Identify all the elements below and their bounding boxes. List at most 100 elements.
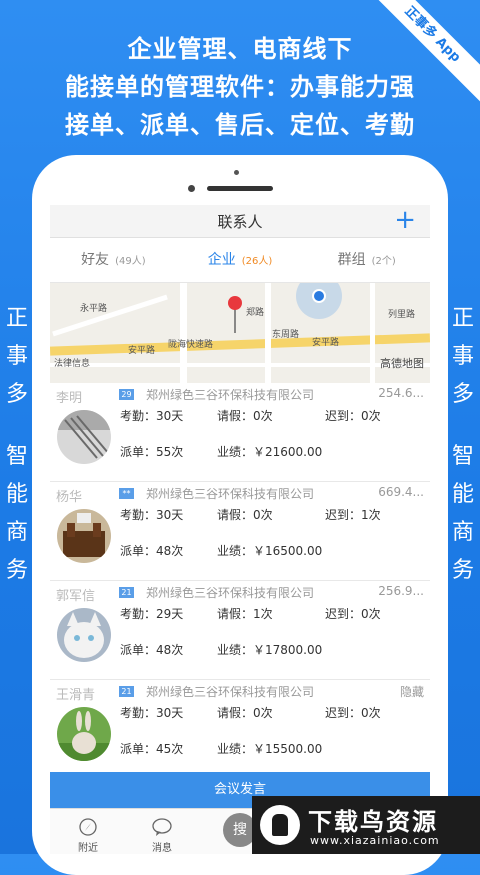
slogan-char: 智 — [451, 444, 474, 469]
avatar — [57, 509, 111, 563]
performance: 业绩：￥17800.00 — [217, 643, 323, 657]
tab-label: 企业 — [207, 252, 236, 268]
slogan-char: 事 — [5, 344, 28, 369]
nav-messages[interactable]: 消息 — [132, 817, 192, 854]
avatar — [57, 410, 111, 464]
map-pin-icon — [228, 296, 242, 333]
watermark: 下载鸟资源 www.xiazainiao.com — [252, 796, 480, 854]
map-road — [50, 363, 430, 367]
sensor-dot — [234, 170, 239, 175]
level-badge: 21 — [119, 686, 134, 697]
map-label: 列里路 — [388, 310, 416, 320]
map-road — [52, 294, 168, 337]
dispatch-count: 派单：45次 — [120, 742, 184, 756]
top-navbar: 联系人 + — [50, 205, 430, 238]
list-item[interactable]: 杨华 ** 郑州绿色三谷环保科技有限公司 669.4... 考勤：30天 请假：… — [50, 482, 430, 581]
leave-count: 请假：0次 — [217, 706, 273, 720]
earpiece-speaker — [207, 186, 273, 191]
dispatch-count: 派单：48次 — [120, 643, 184, 657]
tab-count: (49人) — [115, 256, 146, 267]
distance: 669.4... — [378, 485, 424, 499]
contact-name: 李明 — [56, 391, 83, 406]
tab-enterprise[interactable]: 企业 (26人) — [177, 238, 304, 282]
slogan-char: 商 — [5, 520, 28, 545]
nav-label: 附近 — [78, 843, 98, 854]
tab-count: (2个) — [371, 256, 396, 267]
map-label: 安平路 — [128, 346, 156, 356]
slogan-char: 多 — [451, 382, 474, 407]
contact-list: 李明 29 郑州绿色三谷环保科技有限公司 254.6... 考勤：30天 请假：… — [50, 383, 430, 779]
promo-headline: 企业管理、电商线下 能接单的管理软件：办事能力强 接单、派单、售后、定位、考勤 — [0, 30, 480, 144]
list-item[interactable]: 李明 29 郑州绿色三谷环保科技有限公司 254.6... 考勤：30天 请假：… — [50, 383, 430, 482]
company-name: 郑州绿色三谷环保科技有限公司 — [146, 388, 315, 402]
leave-count: 请假：0次 — [217, 409, 273, 423]
late-count: 迟到：0次 — [325, 409, 381, 423]
contact-name: 王滑青 — [56, 688, 96, 703]
late-count: 迟到：1次 — [325, 508, 381, 522]
side-slogan-left: 正 事 多 智 能 商 务 — [2, 300, 32, 590]
company-name: 郑州绿色三谷环保科技有限公司 — [146, 487, 315, 501]
tab-count: (26人) — [241, 256, 273, 267]
tab-label: 群组 — [337, 252, 366, 268]
slogan-char: 正 — [451, 306, 474, 331]
map-label: 郑路 — [246, 308, 265, 318]
attendance: 考勤：30天 — [120, 508, 184, 522]
distance: 256.9... — [378, 584, 424, 598]
nav-nearby[interactable]: 附近 — [58, 817, 118, 854]
list-item[interactable]: 郭军信 21 郑州绿色三谷环保科技有限公司 256.9... 考勤：29天 请假… — [50, 581, 430, 680]
list-item[interactable]: 王滑青 21 郑州绿色三谷环保科技有限公司 隐藏 考勤：30天 请假：0次 迟到… — [50, 680, 430, 779]
location-map[interactable]: 永平路 安平路 陇海快速路 安平路 法律信息 列里路 东周路 郑路 高德地图 — [50, 283, 430, 383]
dispatch-count: 派单：48次 — [120, 544, 184, 558]
slogan-char: 多 — [5, 382, 28, 407]
performance: 业绩：￥16500.00 — [217, 544, 323, 558]
company-name: 郑州绿色三谷环保科技有限公司 — [146, 586, 315, 600]
level-badge: 21 — [119, 587, 134, 598]
slogan-char: 事 — [451, 344, 474, 369]
map-road — [180, 283, 187, 383]
contact-name: 郭军信 — [56, 589, 96, 604]
slogan-char: 能 — [451, 482, 474, 507]
front-camera — [188, 185, 195, 192]
contact-tabs: 好友 (49人) 企业 (26人) 群组 (2个) — [50, 238, 430, 283]
performance: 业绩：￥15500.00 — [217, 742, 323, 756]
avatar — [57, 707, 111, 761]
chat-icon — [152, 818, 172, 836]
slogan-char: 正 — [5, 306, 28, 331]
watermark-title: 下载鸟资源 — [308, 808, 438, 836]
tab-friends[interactable]: 好友 (49人) — [50, 238, 177, 282]
level-badge: 29 — [119, 389, 134, 400]
leave-count: 请假：1次 — [217, 607, 273, 621]
contact-name: 杨华 — [56, 490, 83, 505]
current-location-marker — [296, 283, 342, 319]
performance: 业绩：￥21600.00 — [217, 445, 323, 459]
late-count: 迟到：0次 — [325, 607, 381, 621]
promo-line-3: 接单、派单、售后、定位、考勤 — [65, 111, 415, 139]
slogan-char: 务 — [451, 558, 474, 583]
attendance: 考勤：29天 — [120, 607, 184, 621]
distance: 254.6... — [378, 386, 424, 400]
leave-count: 请假：0次 — [217, 508, 273, 522]
map-label: 永平路 — [80, 304, 108, 314]
side-slogan-right: 正 事 多 智 能 商 务 — [448, 300, 478, 590]
map-label: 安平路 — [312, 338, 340, 348]
slogan-char: 能 — [5, 482, 28, 507]
attendance: 考勤：30天 — [120, 409, 184, 423]
map-brand: 高德地图 — [380, 357, 424, 370]
nav-label: 消息 — [152, 843, 172, 854]
bird-logo-icon — [260, 805, 300, 845]
map-label: 陇海快速路 — [168, 340, 214, 350]
attendance: 考勤：30天 — [120, 706, 184, 720]
late-count: 迟到：0次 — [325, 706, 381, 720]
tab-groups[interactable]: 群组 (2个) — [303, 238, 430, 282]
page-title: 联系人 — [217, 213, 263, 231]
slogan-char: 务 — [5, 558, 28, 583]
level-badge: ** — [119, 488, 134, 499]
promo-line-2: 能接单的管理软件：办事能力强 — [65, 73, 415, 101]
slogan-char: 智 — [5, 444, 28, 469]
avatar — [57, 608, 111, 662]
map-road — [265, 283, 271, 383]
dispatch-count: 派单：55次 — [120, 445, 184, 459]
plus-icon[interactable]: + — [394, 205, 416, 235]
promo-line-1: 企业管理、电商线下 — [127, 35, 353, 63]
company-name: 郑州绿色三谷环保科技有限公司 — [146, 685, 315, 699]
